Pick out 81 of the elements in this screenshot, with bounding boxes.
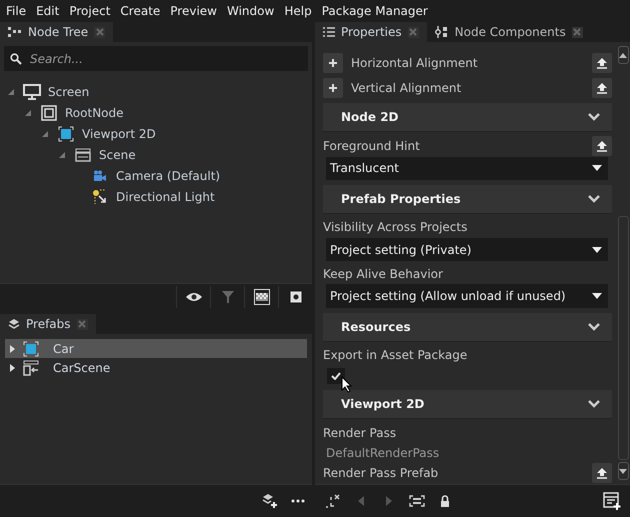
chevron-icon	[588, 400, 600, 408]
collapse-arrow-icon[interactable]	[59, 152, 67, 158]
search-input[interactable]: Search...	[28, 50, 302, 66]
prefab-item[interactable]: Car	[5, 339, 307, 358]
add-button[interactable]	[323, 78, 343, 98]
monitor-icon	[23, 84, 41, 100]
menu-item[interactable]: Create	[120, 4, 160, 18]
plus-icon	[328, 82, 338, 93]
light-icon	[92, 188, 108, 204]
camera-icon	[93, 170, 107, 182]
property-label: Horizontal Alignment	[351, 56, 479, 70]
upload-icon[interactable]	[592, 463, 612, 484]
menu-item[interactable]: Help	[284, 4, 312, 18]
section-header[interactable]: Prefab Properties	[323, 184, 612, 214]
dropdown[interactable]: Project setting (Allow unload if unused)	[326, 284, 608, 308]
collapse-arrow-icon[interactable]	[8, 88, 16, 94]
square-icon	[41, 104, 57, 120]
property-value: DefaultRenderPass	[326, 446, 440, 460]
close-icon[interactable]	[94, 26, 106, 38]
collapse-arrow-icon[interactable]	[42, 130, 50, 136]
menu-item[interactable]: Edit	[36, 4, 60, 18]
close-icon[interactable]	[408, 26, 419, 38]
menu-item[interactable]: Window	[227, 4, 274, 18]
search-icon	[10, 52, 22, 64]
expand-arrow-icon[interactable]	[10, 344, 15, 352]
tree-item[interactable]: Screen	[48, 84, 90, 98]
prefabs-tab[interactable]: Prefabs	[0, 314, 96, 334]
property-label: Visibility Across Projects	[323, 220, 468, 234]
hierarchy-icon	[8, 26, 22, 38]
close-icon[interactable]	[572, 26, 583, 38]
chevron-icon	[588, 113, 600, 122]
dropdown[interactable]: Translucent	[326, 156, 608, 180]
menu-item[interactable]: Preview	[170, 4, 217, 18]
scroll-down-icon[interactable]	[619, 468, 627, 474]
caret-icon	[592, 293, 602, 299]
property-label: Render Pass Prefab	[323, 466, 440, 480]
scroll-up-icon[interactable]	[619, 52, 627, 58]
search-field[interactable]: Search...	[4, 46, 308, 71]
section-header[interactable]: Resources	[323, 312, 612, 342]
upload-icon[interactable]	[592, 52, 612, 73]
upload-icon[interactable]	[592, 78, 612, 98]
menu-item[interactable]: Project	[69, 4, 110, 18]
dropdown[interactable]: Project setting (Private)	[326, 238, 608, 262]
panel-tab[interactable]: Properties	[315, 22, 427, 42]
plus-icon	[328, 58, 338, 68]
prefab-item[interactable]: CarScene	[5, 358, 307, 377]
tree-item[interactable]: Directional Light	[116, 190, 215, 204]
tree-item[interactable]: RootNode	[65, 106, 124, 120]
property-label: Foreground Hint	[323, 138, 421, 153]
tree-item[interactable]: Viewport 2D	[82, 126, 156, 140]
property-label: Render Pass	[323, 426, 396, 440]
chevron-icon	[588, 194, 600, 203]
components-icon	[434, 26, 449, 38]
check-icon	[331, 372, 341, 380]
section-header[interactable]: Viewport 2D	[323, 390, 612, 420]
chevron-icon	[588, 322, 600, 331]
caret-icon	[592, 165, 602, 172]
property-label: Keep Alive Behavior	[323, 266, 443, 281]
layers-icon	[8, 318, 20, 330]
upload-icon[interactable]	[592, 136, 612, 156]
list-icon	[323, 27, 335, 37]
caret-icon	[592, 246, 602, 253]
expand-arrow-icon[interactable]	[10, 364, 15, 372]
section-header[interactable]: Node 2D	[323, 103, 612, 132]
add-button[interactable]	[323, 52, 343, 73]
collapse-arrow-icon[interactable]	[25, 110, 33, 116]
property-label: Export in Asset Package	[323, 348, 468, 362]
menu-item[interactable]: File	[6, 4, 26, 18]
property-label: Vertical Alignment	[351, 80, 462, 95]
menu-item[interactable]: Package Manager	[322, 4, 428, 18]
panel-tab[interactable]: Node Components	[426, 22, 591, 42]
clapperboard-icon	[75, 148, 91, 162]
node-tree-tab[interactable]: Node Tree	[0, 22, 114, 42]
tree-item[interactable]: Scene	[99, 148, 136, 162]
tree-item[interactable]: Camera (Default)	[116, 168, 220, 182]
clapperboard-icon	[23, 360, 39, 376]
close-icon[interactable]	[76, 318, 88, 330]
scrollbar[interactable]	[618, 46, 628, 480]
viewport-icon	[23, 340, 39, 356]
cursor-icon	[341, 376, 353, 393]
viewport-icon	[58, 126, 74, 142]
